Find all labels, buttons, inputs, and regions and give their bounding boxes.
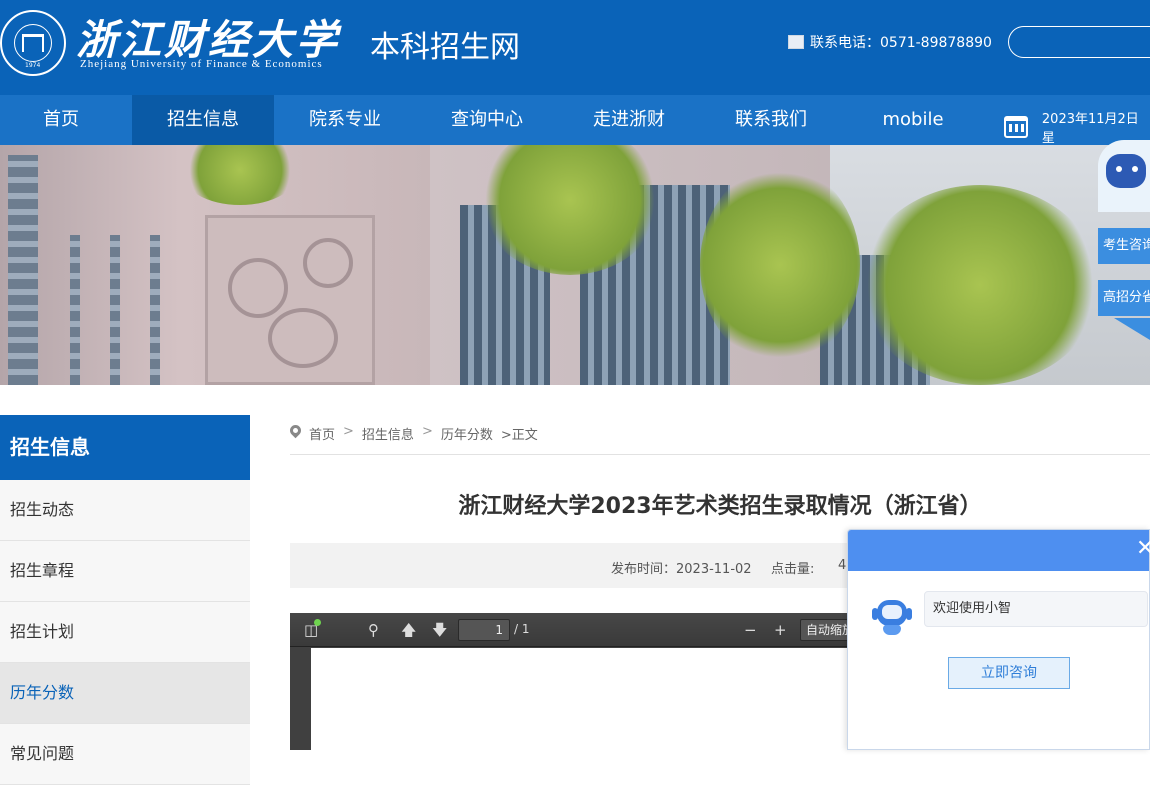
breadcrumb-admission-info[interactable]: 招生信息 — [362, 424, 414, 443]
chat-popup: ✕ 欢迎使用小智 立即咨询 — [847, 529, 1150, 750]
seal-gate-icon — [22, 34, 44, 52]
nav-item-contact[interactable]: 联系我们 — [700, 95, 842, 145]
consult-now-button[interactable]: 立即咨询 — [948, 657, 1070, 689]
nav-item-home[interactable]: 首页 — [0, 95, 132, 145]
side-button-province-score[interactable]: 高招分省 — [1098, 280, 1150, 316]
left-sidebar: 招生信息 招生动态 招生章程 招生计划 历年分数 常见问题 — [0, 415, 250, 785]
banner-windows — [70, 235, 80, 385]
contact-phone-text: 联系电话：0571-89878890 — [810, 35, 992, 51]
main-nav: 首页 招生信息 院系专业 查询中心 走进浙财 联系我们 mobile 2023年… — [0, 95, 1150, 146]
banner-tree — [700, 165, 860, 365]
contact-phone: 联系电话：0571-89878890 — [788, 32, 992, 52]
banner-tree — [860, 185, 1100, 385]
side-widget-tail — [1114, 318, 1150, 340]
nav-item-admission-info[interactable]: 招生信息 — [132, 95, 274, 145]
nav-item-departments[interactable]: 院系专业 — [274, 95, 416, 145]
previous-page-icon[interactable]: 🡅 — [401, 621, 416, 639]
nav-item-mobile[interactable]: mobile — [842, 95, 984, 145]
page-number-input[interactable]: 1 — [458, 619, 510, 641]
university-seal-logo[interactable]: 1974 — [0, 10, 66, 76]
location-pin-icon — [290, 425, 301, 440]
breadcrumb-separator: > — [421, 424, 433, 439]
sidebar-item-faq[interactable]: 常见问题 — [0, 724, 250, 785]
banner-windows — [150, 235, 160, 385]
breadcrumb: 首页 > 招生信息 > 历年分数 >正文 — [290, 424, 1150, 455]
chat-header: ✕ — [848, 530, 1150, 571]
banner-windows — [110, 235, 120, 385]
robot-mascot-icon[interactable] — [1098, 140, 1150, 212]
publish-time: 发布时间：2023-11-02 — [611, 562, 752, 577]
floating-consult-widget: 考生咨询 高招分省 — [1098, 140, 1150, 340]
seal-year: 1974 — [25, 62, 41, 69]
breadcrumb-past-scores[interactable]: 历年分数 — [441, 424, 493, 443]
nav-item-about[interactable]: 走进浙财 — [558, 95, 700, 145]
robot-body — [883, 625, 901, 635]
broken-image-icon — [788, 35, 804, 49]
sidebar-item-news[interactable]: 招生动态 — [0, 480, 250, 541]
robot-avatar-icon — [872, 596, 912, 636]
welcome-message: 欢迎使用小智 — [924, 591, 1148, 627]
campus-banner-image — [0, 145, 1150, 385]
breadcrumb-home[interactable]: 首页 — [309, 424, 335, 443]
click-count-value: 4 — [838, 558, 847, 573]
school-name-cn[interactable]: 浙江财经大学 — [76, 6, 340, 66]
next-page-icon[interactable]: 🡇 — [432, 621, 447, 639]
banner-stone-relief — [205, 215, 375, 385]
sidebar-item-past-scores[interactable]: 历年分数 — [0, 663, 250, 724]
close-icon[interactable]: ✕ — [1136, 538, 1150, 560]
sidebar-item-charter[interactable]: 招生章程 — [0, 541, 250, 602]
sidebar-item-plan[interactable]: 招生计划 — [0, 602, 250, 663]
relief-curve — [303, 238, 353, 288]
click-count-label: 点击量: — [771, 562, 815, 577]
notification-dot — [314, 619, 321, 626]
robot-screen — [882, 605, 902, 619]
side-button-consult[interactable]: 考生咨询 — [1098, 228, 1150, 264]
search-icon[interactable]: ⚲ — [368, 621, 379, 639]
sidebar-title: 招生信息 — [0, 415, 250, 480]
robot-eye — [1132, 166, 1138, 172]
school-name-en: Zhejiang University of Finance & Economi… — [80, 58, 323, 70]
page-total: / 1 — [514, 622, 530, 636]
relief-curve — [268, 308, 338, 368]
relief-curve — [228, 258, 288, 318]
zoom-out-icon[interactable]: − — [744, 621, 757, 639]
robot-face — [1106, 154, 1146, 188]
search-input[interactable] — [1008, 26, 1150, 58]
article-title: 浙江财经大学2023年艺术类招生录取情况（浙江省） — [458, 494, 982, 519]
calendar-icon — [1004, 116, 1028, 138]
site-header: 1974 浙江财经大学 Zhejiang University of Finan… — [0, 0, 1150, 95]
breadcrumb-separator: > — [343, 424, 354, 439]
banner-windows — [8, 155, 38, 385]
zoom-in-icon[interactable]: + — [774, 621, 787, 639]
site-name: 本科招生网 — [370, 30, 520, 65]
nav-item-query-center[interactable]: 查询中心 — [416, 95, 558, 145]
robot-eye — [1116, 166, 1122, 172]
breadcrumb-current: >正文 — [500, 428, 538, 443]
